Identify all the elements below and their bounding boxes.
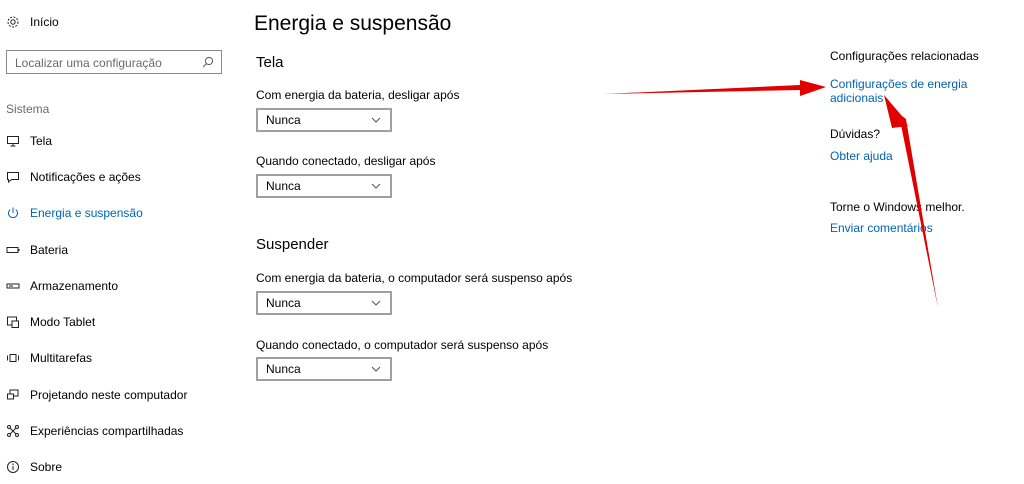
sidebar-item-label: Tela [30,134,53,148]
sidebar-item-armazenamento[interactable]: Armazenamento [6,276,118,296]
dropdown-value: Nunca [266,113,301,127]
section-heading-suspender: Suspender [256,236,329,253]
feedback-heading: Torne o Windows melhor. [830,200,965,214]
sleep-plugged-dropdown[interactable]: Nunca [256,357,392,381]
battery-icon [6,243,20,257]
send-feedback-link[interactable]: Enviar comentários [830,221,933,235]
sleep-plugged-label: Quando conectado, o computador será susp… [256,338,549,352]
sidebar-item-label: Armazenamento [30,279,119,293]
search-input[interactable] [13,52,197,74]
sidebar-item-energia[interactable]: Energia e suspensão [6,203,143,223]
sidebar-item-notificacoes[interactable]: Notificações e ações [6,167,141,187]
section-heading-tela: Tela [256,54,284,71]
chevron-down-icon [370,180,382,192]
sidebar-item-sobre[interactable]: Sobre [6,457,62,477]
sidebar-item-label: Bateria [30,243,69,257]
notification-icon [6,170,20,184]
sidebar-item-label: Multitarefas [30,351,93,365]
tablet-mode-icon [6,315,20,329]
home-nav-item[interactable]: Início [6,12,59,32]
questions-heading: Dúvidas? [830,127,881,141]
dropdown-value: Nunca [266,362,301,376]
sidebar-item-bateria[interactable]: Bateria [6,240,68,260]
chevron-down-icon [370,363,382,375]
sidebar-item-label: Sobre [30,460,63,474]
annotation-arrow-horizontal [604,80,826,96]
home-label: Início [30,15,59,29]
sidebar-item-multitarefas[interactable]: Multitarefas [6,348,92,368]
power-icon [6,206,20,220]
search-icon[interactable] [201,55,215,69]
screen-plugged-label: Quando conectado, desligar após [256,154,436,168]
dropdown-value: Nunca [266,296,301,310]
sleep-battery-label: Com energia da bateria, o computador ser… [256,271,573,285]
sidebar-item-label: Energia e suspensão [30,206,143,220]
sidebar-item-projetando[interactable]: Projetando neste computador [6,385,187,405]
sidebar-item-label: Experiências compartilhadas [30,424,184,438]
additional-power-settings-link[interactable]: Configurações de energia adicionais [830,77,1024,105]
screen-plugged-dropdown[interactable]: Nunca [256,174,392,198]
related-settings-heading: Configurações relacionadas [830,49,979,63]
shared-experiences-icon [6,424,20,438]
get-help-link[interactable]: Obter ajuda [830,149,893,163]
screen-battery-label: Com energia da bateria, desligar após [256,88,460,102]
sidebar-item-label: Projetando neste computador [30,388,188,402]
sidebar-item-tela[interactable]: Tela [6,131,52,151]
chevron-down-icon [370,114,382,126]
screen-battery-dropdown[interactable]: Nunca [256,108,392,132]
sidebar-item-experiencias[interactable]: Experiências compartilhadas [6,421,183,441]
page-title: Energia e suspensão [254,12,452,35]
chevron-down-icon [370,297,382,309]
sidebar-item-label: Modo Tablet [30,315,96,329]
projecting-icon [6,388,20,402]
info-icon [6,460,20,474]
storage-icon [6,279,20,293]
sleep-battery-dropdown[interactable]: Nunca [256,291,392,315]
dropdown-value: Nunca [266,179,301,193]
gear-icon [6,15,20,29]
search-box[interactable] [6,50,222,74]
sidebar-item-label: Notificações e ações [30,170,141,184]
sidebar-item-modo-tablet[interactable]: Modo Tablet [6,312,95,332]
multitasking-icon [6,351,20,365]
monitor-icon [6,134,20,148]
sidebar-section-label: Sistema [6,102,50,116]
